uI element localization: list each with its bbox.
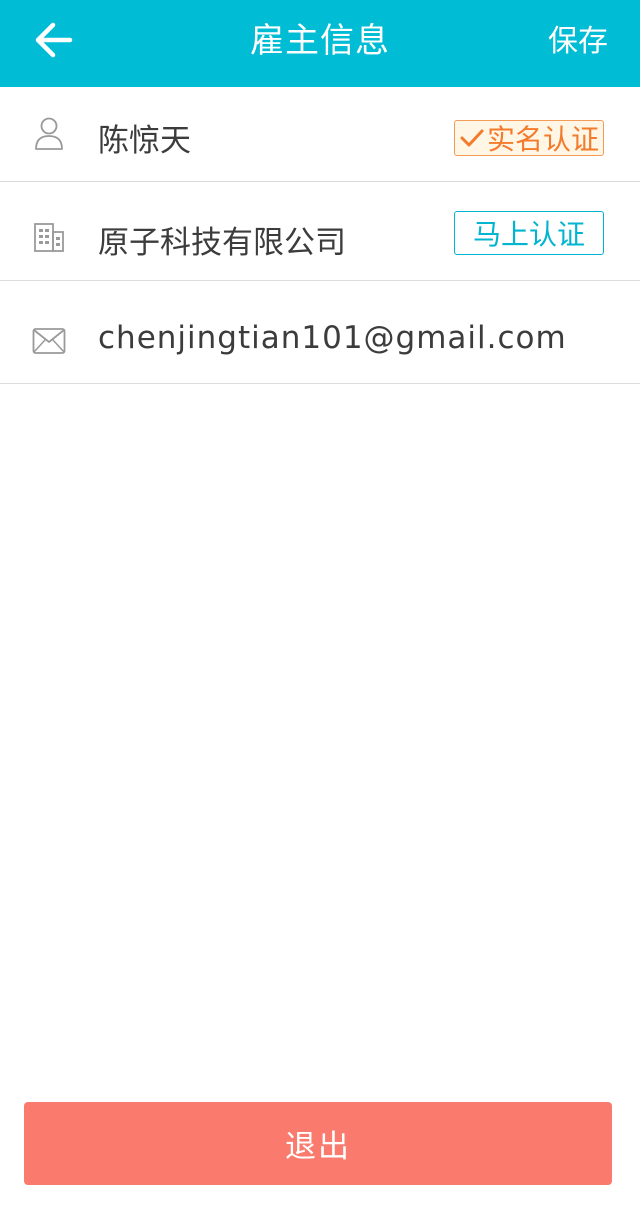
verified-badge-label: 实名认证 <box>486 123 599 156</box>
email-address: chenjingtian101@gmail.com <box>98 320 567 356</box>
check-icon <box>459 125 485 151</box>
user-icon <box>32 117 66 151</box>
company-row: 原子科技有限公司 马上认证 <box>0 182 640 281</box>
name-row: 陈惊天 实名认证 <box>0 87 640 182</box>
employer-info-screen: 雇主信息 保存 陈惊天 实名认证 原子科技有限公司 马上认证 chenjingt… <box>0 0 640 1209</box>
logout-button[interactable]: 退出 <box>24 1102 612 1185</box>
verify-now-button[interactable]: 马上认证 <box>454 211 604 255</box>
page-title: 雇主信息 <box>250 21 390 61</box>
mail-icon <box>32 324 66 358</box>
building-icon <box>32 220 66 254</box>
email-row: chenjingtian101@gmail.com <box>0 281 640 384</box>
verified-badge: 实名认证 <box>454 120 604 156</box>
company-name: 原子科技有限公司 <box>98 225 346 261</box>
app-header: 雇主信息 保存 <box>0 0 640 87</box>
employer-name: 陈惊天 <box>98 123 191 159</box>
save-button[interactable]: 保存 <box>548 20 608 64</box>
